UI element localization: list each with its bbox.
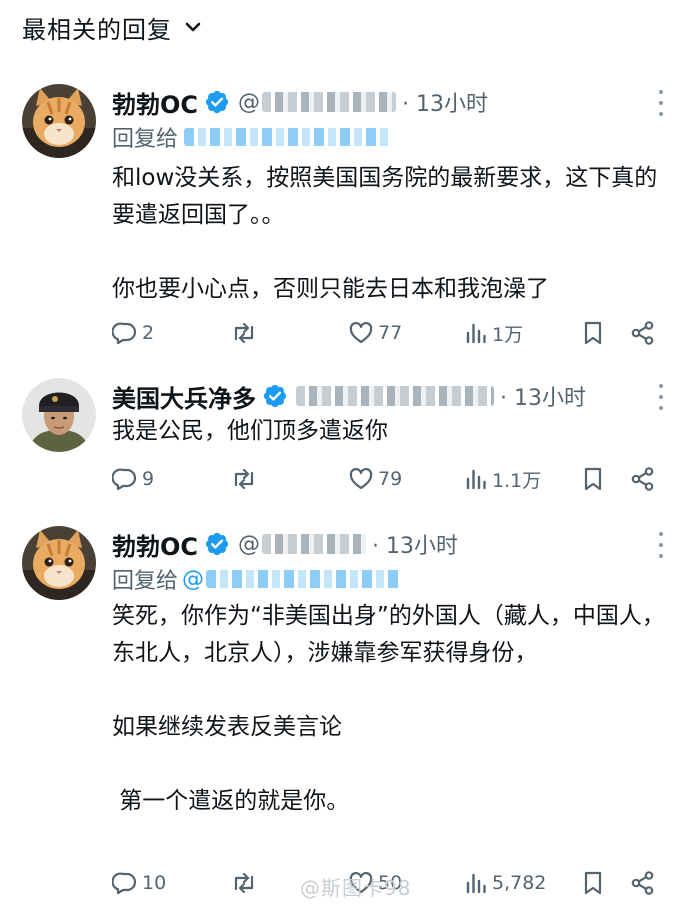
bookmark-icon [582, 870, 604, 896]
post-time[interactable]: · 13小时 [402, 86, 488, 118]
reply-post: 勃勃OC @ · 13小时 回复给 @ 笑死，你作为“非美国出身”的外国人（藏人… [0, 526, 690, 906]
share-icon [630, 870, 656, 896]
post-header: 勃勃OC @ · 13小时 [112, 84, 666, 120]
reply-to-at: @ [182, 566, 205, 592]
reply-post: 勃勃OC @ · 13小时 回复给 和low没关系，按照美国国务院的最新要求，这… [0, 84, 690, 374]
repost-icon [230, 321, 258, 345]
reply-count: 2 [142, 322, 155, 344]
post-body: 勃勃OC @ · 13小时 回复给 和low没关系，按照美国国务院的最新要求，这… [112, 84, 666, 308]
action-bar: 9 79 1.1万 [112, 462, 660, 496]
share-icon [630, 320, 656, 346]
text-paragraph: 第一个遣返的就是你。 [112, 788, 350, 814]
user-handle[interactable]: @ [238, 89, 397, 115]
views-button[interactable]: 1.1万 [464, 462, 541, 496]
display-name[interactable]: 美国大兵净多 [112, 379, 256, 414]
more-options-icon[interactable] [656, 384, 666, 410]
text-paragraph [112, 234, 666, 271]
post-header: 美国大兵净多 · 13小时 [112, 378, 666, 414]
reply-button[interactable]: 2 [112, 316, 154, 350]
more-options-icon[interactable] [656, 90, 666, 116]
chevron-down-icon[interactable] [184, 18, 202, 36]
handle-prefix: @ [238, 531, 261, 557]
share-button[interactable] [630, 316, 656, 350]
text-paragraph: 如果继续发表反美言论 [112, 714, 342, 740]
like-button[interactable]: 79 [348, 462, 402, 496]
reply-button[interactable]: 10 [112, 866, 166, 900]
display-name[interactable]: 勃勃OC [112, 85, 198, 120]
bookmark-icon [582, 466, 604, 492]
share-icon [630, 466, 656, 492]
reply-icon [112, 467, 138, 491]
reply-count: 10 [142, 872, 167, 894]
views-icon [464, 871, 488, 895]
user-handle[interactable] [296, 386, 494, 406]
replies-sort-header[interactable]: 最相关的回复 [22, 10, 202, 44]
view-count: 1.1万 [492, 469, 542, 492]
reply-to-link[interactable] [184, 128, 393, 146]
post-text: 我是公民，他们顶多遣返你 [112, 413, 666, 450]
verified-badge-icon [204, 531, 230, 557]
text-paragraph: 你也要小心点，否则只能去日本和我泡澡了 [112, 276, 549, 302]
bookmark-icon [582, 320, 604, 346]
bookmark-button[interactable] [582, 866, 604, 900]
reply-post: 美国大兵净多 · 13小时 我是公民，他们顶多遣返你 9 79 1.1万 [0, 378, 690, 504]
more-options-icon[interactable] [656, 532, 666, 558]
like-button[interactable]: 77 [348, 316, 402, 350]
obscured-handle [262, 92, 397, 112]
text-paragraph: 笑死，你作为“非美国出身”的外国人（藏人，中国人，东北人，北京人），涉嫌靠参军获… [112, 603, 665, 666]
text-paragraph [112, 746, 666, 783]
action-bar: 2 77 1万 [112, 316, 660, 350]
reply-button[interactable]: 9 [112, 462, 154, 496]
display-name[interactable]: 勃勃OC [112, 527, 198, 562]
obscured-handle [296, 386, 494, 406]
view-count: 1万 [492, 323, 524, 346]
avatar[interactable] [22, 378, 96, 452]
views-icon [464, 467, 488, 491]
repost-icon [230, 467, 258, 491]
views-button[interactable]: 1万 [464, 316, 523, 350]
sort-label: 最相关的回复 [22, 15, 172, 44]
reply-to-line: 回复给 @ [112, 562, 666, 596]
post-body: 美国大兵净多 · 13小时 我是公民，他们顶多遣返你 [112, 378, 666, 450]
bookmark-button[interactable] [582, 316, 604, 350]
text-paragraph: 和low没关系，按照美国国务院的最新要求，这下真的要遣返回国了。。 [112, 165, 658, 228]
share-button[interactable] [630, 866, 656, 900]
reply-to-label: 回复给 [112, 127, 179, 152]
repost-button[interactable] [230, 866, 258, 900]
text-paragraph [112, 672, 666, 709]
views-icon [464, 321, 488, 345]
post-header: 勃勃OC @ · 13小时 [112, 526, 666, 562]
reply-count: 9 [142, 468, 155, 490]
repost-button[interactable] [230, 316, 258, 350]
reply-to-link[interactable] [206, 570, 403, 588]
like-count: 79 [378, 468, 403, 490]
reply-to-line: 回复给 [112, 120, 666, 154]
handle-prefix: @ [238, 89, 261, 115]
bookmark-button[interactable] [582, 462, 604, 496]
reply-icon [112, 871, 138, 895]
views-button[interactable]: 5,782 [464, 866, 546, 900]
like-icon [348, 467, 374, 491]
repost-icon [230, 871, 258, 895]
reply-icon [112, 321, 138, 345]
post-body: 勃勃OC @ · 13小时 回复给 @ 笑死，你作为“非美国出身”的外国人（藏人… [112, 526, 666, 820]
text-paragraph: 我是公民，他们顶多遣返你 [112, 418, 388, 444]
post-time[interactable]: · 13小时 [372, 528, 458, 560]
obscured-handle [262, 534, 367, 554]
post-text: 笑死，你作为“非美国出身”的外国人（藏人，中国人，东北人，北京人），涉嫌靠参军获… [112, 598, 666, 820]
reply-to-label: 回复给 [112, 569, 179, 594]
verified-badge-icon [204, 89, 230, 115]
like-count: 77 [378, 322, 403, 344]
post-time[interactable]: · 13小时 [500, 380, 586, 412]
avatar[interactable] [22, 526, 96, 600]
verified-badge-icon [262, 383, 288, 409]
share-button[interactable] [630, 462, 656, 496]
repost-button[interactable] [230, 462, 258, 496]
watermark: @斯图卡98 [300, 876, 412, 900]
user-handle[interactable]: @ [238, 531, 367, 557]
avatar[interactable] [22, 84, 96, 158]
like-icon [348, 321, 374, 345]
view-count: 5,782 [492, 872, 547, 894]
post-text: 和low没关系，按照美国国务院的最新要求，这下真的要遣返回国了。。 你也要小心点… [112, 160, 666, 308]
